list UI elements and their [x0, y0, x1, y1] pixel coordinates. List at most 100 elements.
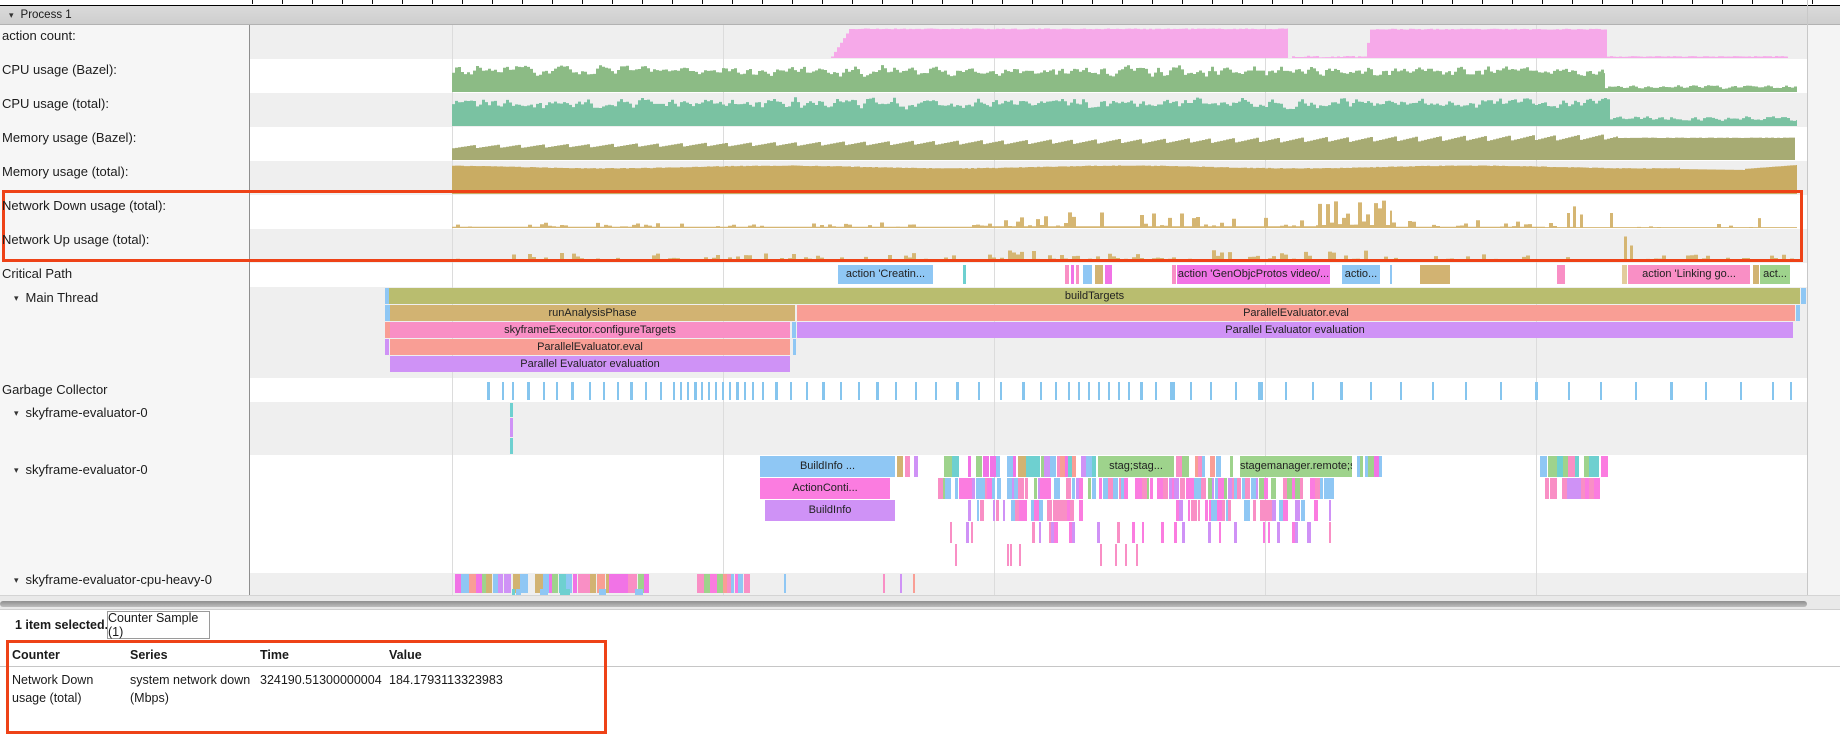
slice[interactable]	[1025, 478, 1028, 499]
gc-tick[interactable]	[762, 382, 764, 400]
sidebar-item-cpu-usage-bazel[interactable]: CPU usage (Bazel):	[2, 62, 117, 77]
slice[interactable]	[1072, 478, 1075, 499]
slice[interactable]	[1601, 456, 1608, 477]
slice[interactable]	[1224, 478, 1227, 499]
slice[interactable]	[1295, 500, 1300, 521]
slice[interactable]	[510, 403, 513, 417]
slice[interactable]	[498, 574, 503, 593]
slice[interactable]	[1182, 522, 1185, 543]
slice[interactable]	[461, 574, 469, 593]
slice[interactable]	[1088, 478, 1091, 499]
slice[interactable]	[1132, 522, 1135, 543]
slice[interactable]	[486, 574, 492, 593]
slice[interactable]: skyframeExecutor.configureTargets	[390, 322, 790, 338]
gc-tick[interactable]	[687, 382, 689, 400]
slice[interactable]	[1277, 522, 1280, 543]
slice[interactable]	[1045, 478, 1051, 499]
slice[interactable]	[1182, 456, 1189, 477]
horizontal-scrollbar-thumb[interactable]	[0, 601, 1807, 607]
slice[interactable]	[793, 339, 796, 355]
slice[interactable]	[980, 500, 984, 521]
slice[interactable]	[613, 574, 622, 593]
slice[interactable]	[1264, 478, 1268, 499]
slice[interactable]	[385, 339, 389, 355]
slice[interactable]	[1309, 522, 1311, 543]
gc-tick[interactable]	[543, 382, 545, 400]
slice[interactable]	[1010, 544, 1012, 566]
gc-tick[interactable]	[512, 382, 514, 400]
slice[interactable]	[1018, 478, 1024, 499]
slice[interactable]	[1216, 456, 1221, 477]
gc-tick[interactable]	[1790, 382, 1792, 400]
gc-tick[interactable]	[1098, 382, 1100, 400]
slice[interactable]: ParallelEvaluator.eval	[797, 305, 1795, 321]
sidebar-item-cpu-usage-total[interactable]: CPU usage (total):	[2, 96, 109, 111]
slice[interactable]	[1420, 265, 1450, 284]
slice[interactable]	[1295, 522, 1298, 543]
horizontal-scrollbar[interactable]	[0, 595, 1840, 610]
slice[interactable]	[1054, 478, 1060, 499]
slice[interactable]	[976, 456, 982, 477]
slice[interactable]	[955, 544, 957, 566]
slice[interactable]: action 'Linking go...	[1628, 265, 1750, 284]
sidebar-item-memory-usage-total[interactable]: Memory usage (total):	[2, 164, 128, 179]
sidebar-item-critical-path[interactable]: Critical Path	[2, 266, 72, 281]
slice[interactable]	[1003, 500, 1005, 521]
slice[interactable]	[1072, 522, 1075, 543]
counter-chart-memory-usage-total[interactable]	[452, 165, 1797, 194]
slice[interactable]	[1208, 522, 1211, 543]
gc-tick[interactable]	[806, 382, 808, 400]
slice[interactable]	[1237, 478, 1241, 499]
sidebar-item-main-thread[interactable]: ▾Main Thread	[14, 290, 98, 305]
gc-tick[interactable]	[1088, 382, 1090, 400]
gc-tick[interactable]	[708, 382, 710, 400]
gc-tick[interactable]	[556, 382, 558, 400]
gc-tick[interactable]	[1040, 382, 1042, 400]
gc-tick[interactable]	[1000, 382, 1002, 400]
slice[interactable]	[1379, 456, 1382, 477]
gc-tick[interactable]	[956, 382, 959, 400]
slice[interactable]	[1188, 500, 1190, 521]
slice[interactable]	[1330, 478, 1334, 499]
slice[interactable]	[1117, 522, 1120, 543]
gc-tick[interactable]	[715, 382, 717, 400]
slice[interactable]	[1050, 456, 1056, 477]
slice[interactable]	[1228, 500, 1231, 521]
slice[interactable]	[1124, 478, 1128, 499]
slice[interactable]	[1283, 500, 1288, 521]
slice[interactable]	[1066, 478, 1071, 499]
gc-tick[interactable]	[660, 382, 662, 400]
gc-tick[interactable]	[1500, 382, 1502, 400]
slice[interactable]	[1092, 456, 1096, 477]
slice[interactable]	[1092, 478, 1096, 499]
slice[interactable]	[1163, 478, 1168, 499]
slice[interactable]	[1263, 522, 1265, 543]
slice[interactable]	[999, 478, 1001, 499]
slice[interactable]	[1113, 478, 1118, 499]
slice[interactable]	[1212, 478, 1214, 499]
slice[interactable]	[897, 456, 903, 477]
sidebar-item-memory-usage-bazel[interactable]: Memory usage (Bazel):	[2, 130, 136, 145]
counter-chart-action-count[interactable]	[831, 28, 1788, 58]
slice[interactable]	[469, 574, 476, 593]
slice[interactable]	[1271, 478, 1276, 499]
gc-tick[interactable]	[822, 382, 825, 400]
slice[interactable]	[1161, 522, 1164, 543]
slice[interactable]	[1099, 478, 1102, 499]
slice[interactable]	[1065, 265, 1069, 284]
slice[interactable]	[977, 500, 979, 521]
slice[interactable]	[1210, 456, 1215, 477]
slice[interactable]	[1095, 265, 1103, 284]
slice[interactable]	[1076, 265, 1079, 284]
slice[interactable]	[1594, 456, 1599, 477]
slice[interactable]	[504, 574, 511, 593]
slice[interactable]	[1230, 456, 1233, 477]
gc-tick[interactable]	[1340, 382, 1343, 400]
slice[interactable]	[993, 500, 995, 521]
gc-tick[interactable]	[1140, 382, 1143, 400]
slice[interactable]	[1147, 478, 1149, 499]
slice[interactable]	[1136, 544, 1138, 566]
slice[interactable]	[1079, 500, 1083, 521]
slice[interactable]	[952, 456, 959, 477]
slice[interactable]	[1550, 478, 1557, 499]
